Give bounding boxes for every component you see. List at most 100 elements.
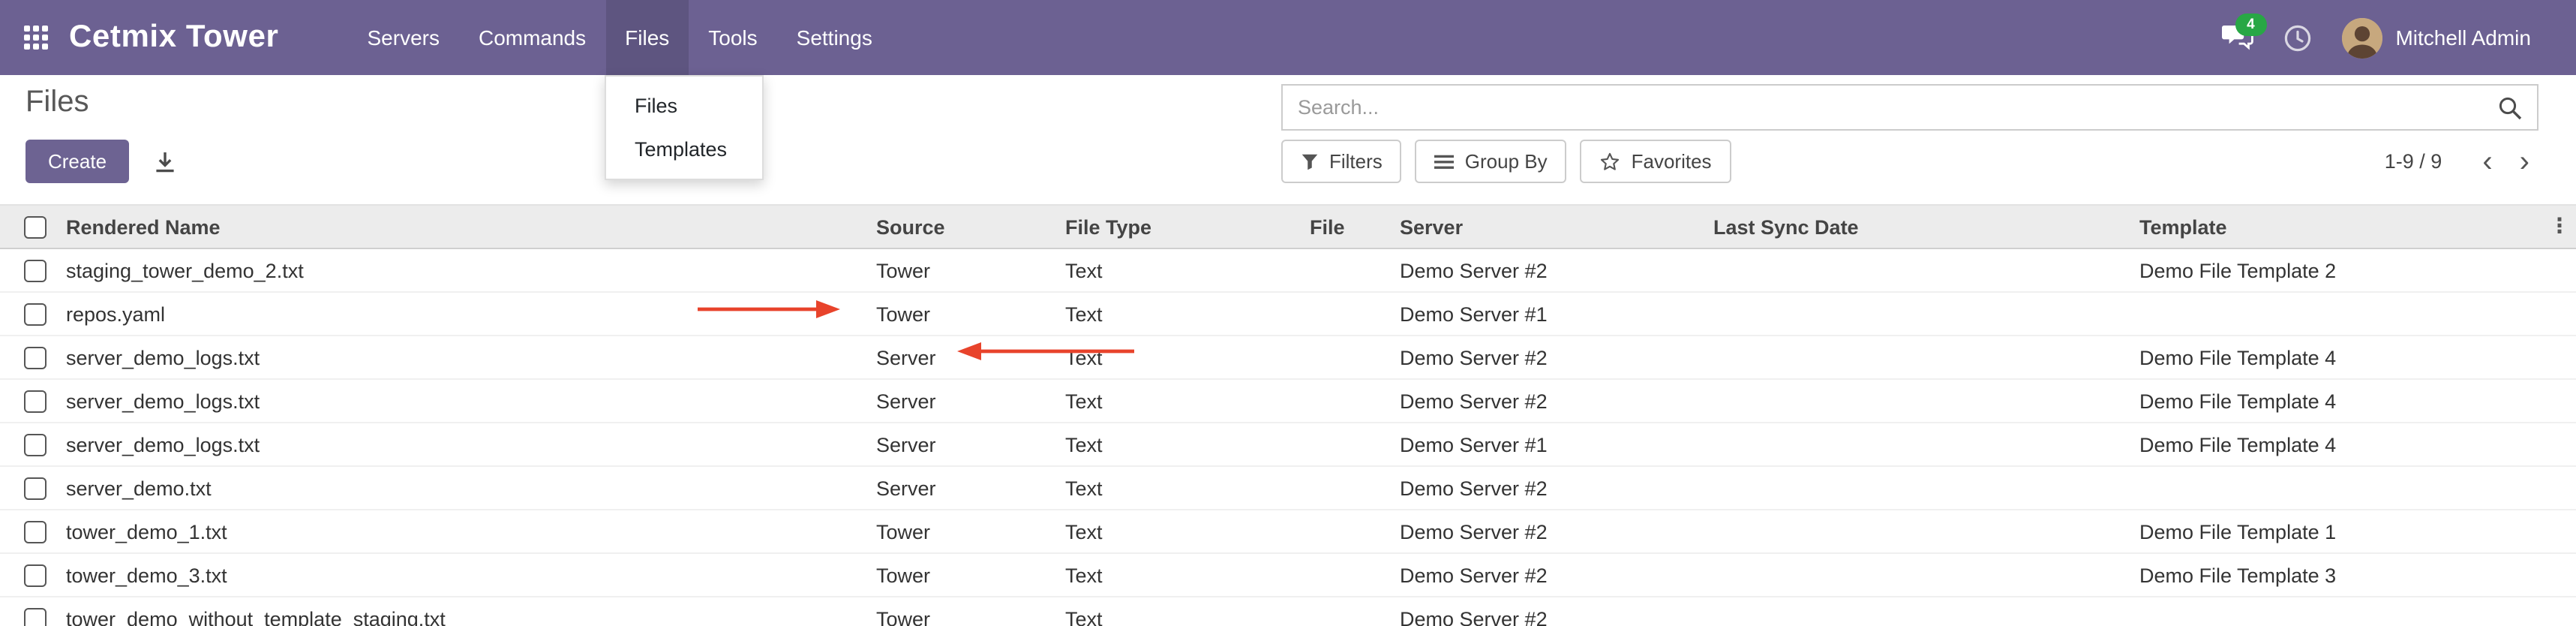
cell-rendered-name[interactable]: tower_demo_3.txt xyxy=(66,553,876,597)
cell-template[interactable] xyxy=(2139,292,2576,336)
cell-server[interactable]: Demo Server #2 xyxy=(1400,510,1713,553)
dropdown-item-files[interactable]: Files xyxy=(606,84,762,128)
cell-file[interactable] xyxy=(1310,292,1400,336)
pager-previous-button[interactable]: ‹ xyxy=(2469,146,2505,176)
table-row[interactable]: server_demo.txt Server Text Demo Server … xyxy=(0,466,2576,510)
cell-checkbox[interactable] xyxy=(0,553,66,597)
search-input[interactable] xyxy=(1283,96,2498,119)
row-checkbox[interactable] xyxy=(24,390,47,412)
cell-file[interactable] xyxy=(1310,336,1400,379)
cell-source[interactable]: Server xyxy=(876,379,1065,423)
row-checkbox[interactable] xyxy=(24,302,47,325)
cell-source[interactable]: Server xyxy=(876,423,1065,466)
cell-last-sync-date[interactable] xyxy=(1713,466,2139,510)
cell-rendered-name[interactable]: repos.yaml xyxy=(66,292,876,336)
cell-source[interactable]: Tower xyxy=(876,248,1065,292)
activities-button[interactable] xyxy=(2283,23,2311,52)
dropdown-item-templates[interactable]: Templates xyxy=(606,128,762,171)
table-row[interactable]: tower_demo_1.txt Tower Text Demo Server … xyxy=(0,510,2576,553)
header-last-sync-date[interactable]: Last Sync Date xyxy=(1713,205,2139,248)
cell-file[interactable] xyxy=(1310,510,1400,553)
cell-file-type[interactable]: Text xyxy=(1065,510,1310,553)
menu-commands[interactable]: Commands xyxy=(459,0,605,75)
cell-file-type[interactable]: Text xyxy=(1065,597,1310,626)
cell-template[interactable]: Demo File Template 1 xyxy=(2139,510,2576,553)
header-rendered-name[interactable]: Rendered Name xyxy=(66,205,876,248)
table-row[interactable]: staging_tower_demo_2.txt Tower Text Demo… xyxy=(0,248,2576,292)
pager-next-button[interactable]: › xyxy=(2506,146,2543,176)
cell-server[interactable]: Demo Server #2 xyxy=(1400,336,1713,379)
cell-file[interactable] xyxy=(1310,423,1400,466)
cell-file-type[interactable]: Text xyxy=(1065,466,1310,510)
cell-rendered-name[interactable]: server_demo_logs.txt xyxy=(66,423,876,466)
menu-files[interactable]: Files xyxy=(605,0,689,75)
cell-checkbox[interactable] xyxy=(0,379,66,423)
cell-last-sync-date[interactable] xyxy=(1713,553,2139,597)
cell-checkbox[interactable] xyxy=(0,336,66,379)
cell-template[interactable]: Demo File Template 4 xyxy=(2139,379,2576,423)
brand-title[interactable]: Cetmix Tower xyxy=(69,20,279,56)
cell-last-sync-date[interactable] xyxy=(1713,597,2139,626)
cell-source[interactable]: Server xyxy=(876,466,1065,510)
cell-template[interactable] xyxy=(2139,466,2576,510)
table-row[interactable]: tower_demo_3.txt Tower Text Demo Server … xyxy=(0,553,2576,597)
table-row[interactable]: repos.yaml Tower Text Demo Server #1 xyxy=(0,292,2576,336)
header-server[interactable]: Server xyxy=(1400,205,1713,248)
select-all-checkbox[interactable] xyxy=(24,215,47,238)
cell-rendered-name[interactable]: server_demo.txt xyxy=(66,466,876,510)
table-row[interactable]: server_demo_logs.txt Server Text Demo Se… xyxy=(0,423,2576,466)
optional-columns-toggle[interactable]: ⋮ xyxy=(2543,204,2576,246)
cell-checkbox[interactable] xyxy=(0,423,66,466)
favorites-button[interactable]: Favorites xyxy=(1581,140,1731,183)
cell-checkbox[interactable] xyxy=(0,248,66,292)
row-checkbox[interactable] xyxy=(24,259,47,281)
header-file-type[interactable]: File Type xyxy=(1065,205,1310,248)
cell-server[interactable]: Demo Server #2 xyxy=(1400,248,1713,292)
cell-last-sync-date[interactable] xyxy=(1713,336,2139,379)
header-template[interactable]: Template xyxy=(2139,205,2576,248)
row-checkbox[interactable] xyxy=(24,607,47,626)
cell-server[interactable]: Demo Server #1 xyxy=(1400,292,1713,336)
cell-file-type[interactable]: Text xyxy=(1065,379,1310,423)
cell-source[interactable]: Tower xyxy=(876,597,1065,626)
cell-file-type[interactable]: Text xyxy=(1065,248,1310,292)
menu-servers[interactable]: Servers xyxy=(348,0,459,75)
cell-rendered-name[interactable]: staging_tower_demo_2.txt xyxy=(66,248,876,292)
cell-file-type[interactable]: Text xyxy=(1065,292,1310,336)
cell-last-sync-date[interactable] xyxy=(1713,379,2139,423)
cell-last-sync-date[interactable] xyxy=(1713,292,2139,336)
table-row[interactable]: server_demo_logs.txt Server Text Demo Se… xyxy=(0,336,2576,379)
cell-checkbox[interactable] xyxy=(0,597,66,626)
cell-rendered-name[interactable]: server_demo_logs.txt xyxy=(66,379,876,423)
row-checkbox[interactable] xyxy=(24,433,47,456)
cell-last-sync-date[interactable] xyxy=(1713,510,2139,553)
cell-template[interactable]: Demo File Template 2 xyxy=(2139,248,2576,292)
cell-file[interactable] xyxy=(1310,597,1400,626)
cell-server[interactable]: Demo Server #2 xyxy=(1400,466,1713,510)
cell-last-sync-date[interactable] xyxy=(1713,423,2139,466)
cell-checkbox[interactable] xyxy=(0,510,66,553)
cell-rendered-name[interactable]: server_demo_logs.txt xyxy=(66,336,876,379)
create-button[interactable]: Create xyxy=(26,140,129,183)
header-file[interactable]: File xyxy=(1310,205,1400,248)
cell-file[interactable] xyxy=(1310,466,1400,510)
cell-file-type[interactable]: Text xyxy=(1065,336,1310,379)
cell-file-type[interactable]: Text xyxy=(1065,553,1310,597)
cell-template[interactable] xyxy=(2139,597,2576,626)
row-checkbox[interactable] xyxy=(24,346,47,369)
cell-server[interactable]: Demo Server #2 xyxy=(1400,597,1713,626)
cell-source[interactable]: Tower xyxy=(876,510,1065,553)
user-menu[interactable]: Mitchell Admin xyxy=(2341,17,2531,58)
cell-file[interactable] xyxy=(1310,248,1400,292)
cell-template[interactable]: Demo File Template 3 xyxy=(2139,553,2576,597)
cell-file[interactable] xyxy=(1310,379,1400,423)
header-source[interactable]: Source xyxy=(876,205,1065,248)
messages-button[interactable]: 4 xyxy=(2221,24,2253,51)
header-select-all[interactable] xyxy=(0,205,66,248)
row-checkbox[interactable] xyxy=(24,520,47,543)
cell-file-type[interactable]: Text xyxy=(1065,423,1310,466)
menu-settings[interactable]: Settings xyxy=(777,0,892,75)
row-checkbox[interactable] xyxy=(24,564,47,586)
cell-source[interactable]: Tower xyxy=(876,292,1065,336)
cell-server[interactable]: Demo Server #2 xyxy=(1400,553,1713,597)
